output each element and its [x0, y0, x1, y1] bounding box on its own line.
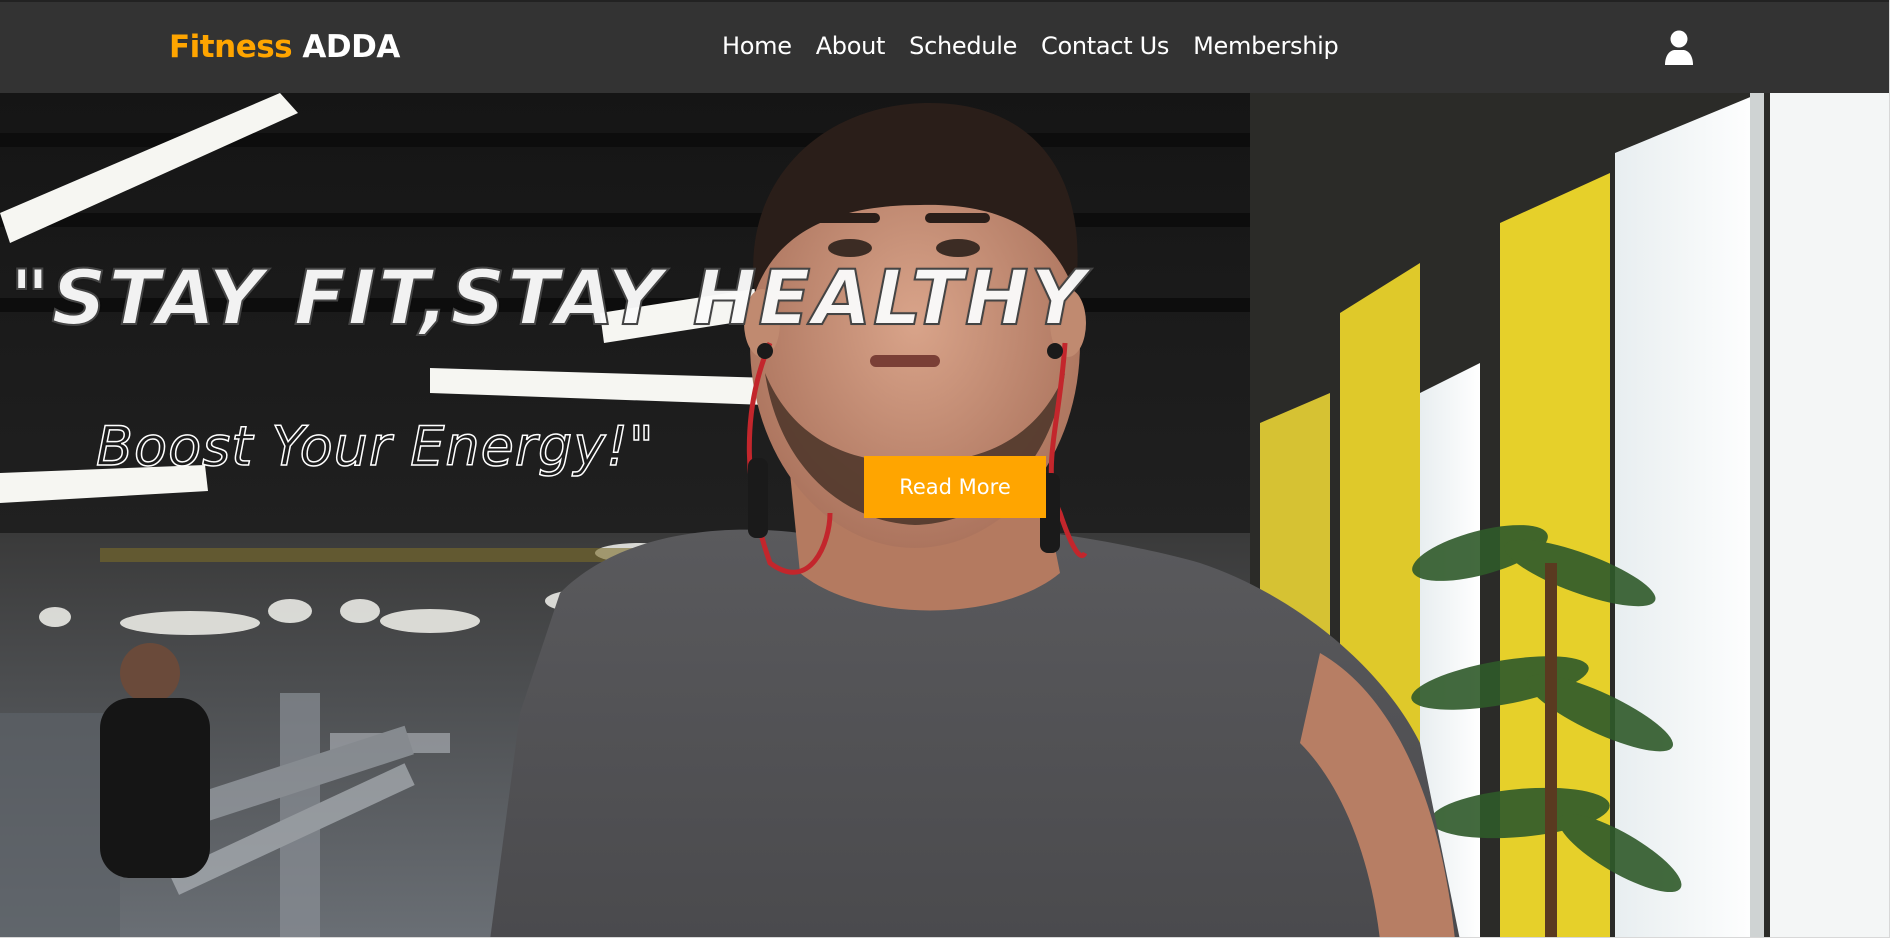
- read-more-button[interactable]: Read More: [864, 456, 1046, 518]
- hero-headline: "STAY FIT,STAY HEALTHY: [9, 252, 1088, 343]
- main-nav: Home About Schedule Contact Us Membershi…: [722, 32, 1362, 60]
- page: Fitness ADDA Home About Schedule Contact…: [0, 0, 1890, 938]
- nav-item-contact-us[interactable]: Contact Us: [1041, 32, 1169, 60]
- nav-item-about[interactable]: About: [816, 32, 886, 60]
- hero-section: "STAY FIT,STAY HEALTHY Boost Your Energy…: [0, 93, 1889, 937]
- hero-subline: Boost Your Energy!": [95, 414, 655, 479]
- brand-logo[interactable]: Fitness ADDA: [169, 29, 400, 65]
- nav-item-membership[interactable]: Membership: [1193, 32, 1339, 60]
- user-icon[interactable]: [1664, 30, 1694, 66]
- nav-item-home[interactable]: Home: [722, 32, 792, 60]
- brand-part-fitness: Fitness: [169, 29, 293, 65]
- brand-part-adda: ADDA: [302, 29, 400, 65]
- navbar: Fitness ADDA Home About Schedule Contact…: [0, 0, 1889, 93]
- nav-item-schedule[interactable]: Schedule: [909, 32, 1017, 60]
